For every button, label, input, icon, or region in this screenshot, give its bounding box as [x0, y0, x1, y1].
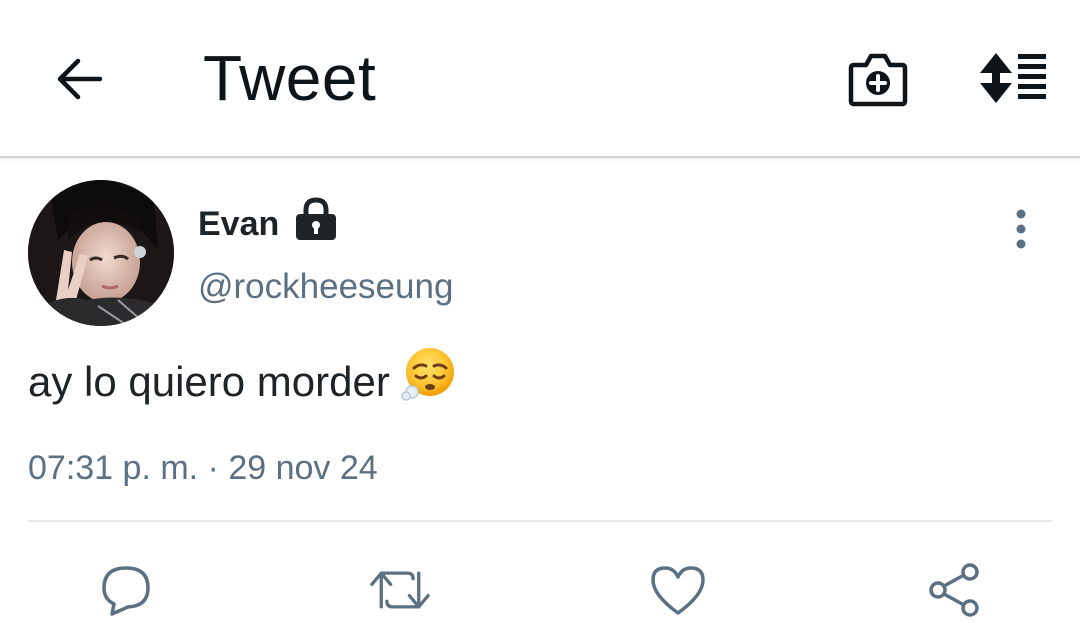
retweet-button[interactable]: [370, 560, 430, 620]
username[interactable]: @rockheeseung: [198, 264, 453, 310]
divider: [28, 520, 1052, 522]
lock-icon: [294, 196, 338, 242]
share-icon: [929, 563, 979, 617]
avatar[interactable]: [28, 180, 174, 326]
more-vertical-icon: [1016, 209, 1026, 249]
more-options-button[interactable]: [1000, 205, 1042, 253]
camera-plus-icon: [848, 53, 908, 107]
tweet-text: ay lo quiero morder: [28, 348, 456, 420]
camera-button[interactable]: [845, 46, 911, 110]
back-button[interactable]: [48, 48, 110, 110]
arrow-left-icon: [57, 58, 103, 100]
share-button[interactable]: [924, 560, 984, 620]
page-title: Tweet: [203, 42, 377, 114]
face-exhaling-emoji: [400, 346, 456, 416]
heart-icon: [651, 566, 705, 615]
tweet-timestamp[interactable]: 07:31 p. m. · 29 nov 24: [28, 446, 378, 490]
user-avatar-photo: [28, 180, 174, 326]
like-button[interactable]: [648, 560, 708, 620]
retweet-icon: [370, 571, 430, 609]
reply-bubble-icon: [102, 566, 150, 616]
display-name[interactable]: Evan: [198, 202, 279, 246]
sort-button[interactable]: [974, 48, 1050, 108]
reply-button[interactable]: [96, 560, 156, 620]
sort-lines-icon: [980, 53, 1046, 103]
tweet-text-content: ay lo quiero morder: [28, 358, 390, 406]
top-app-bar: Tweet: [0, 0, 1080, 158]
